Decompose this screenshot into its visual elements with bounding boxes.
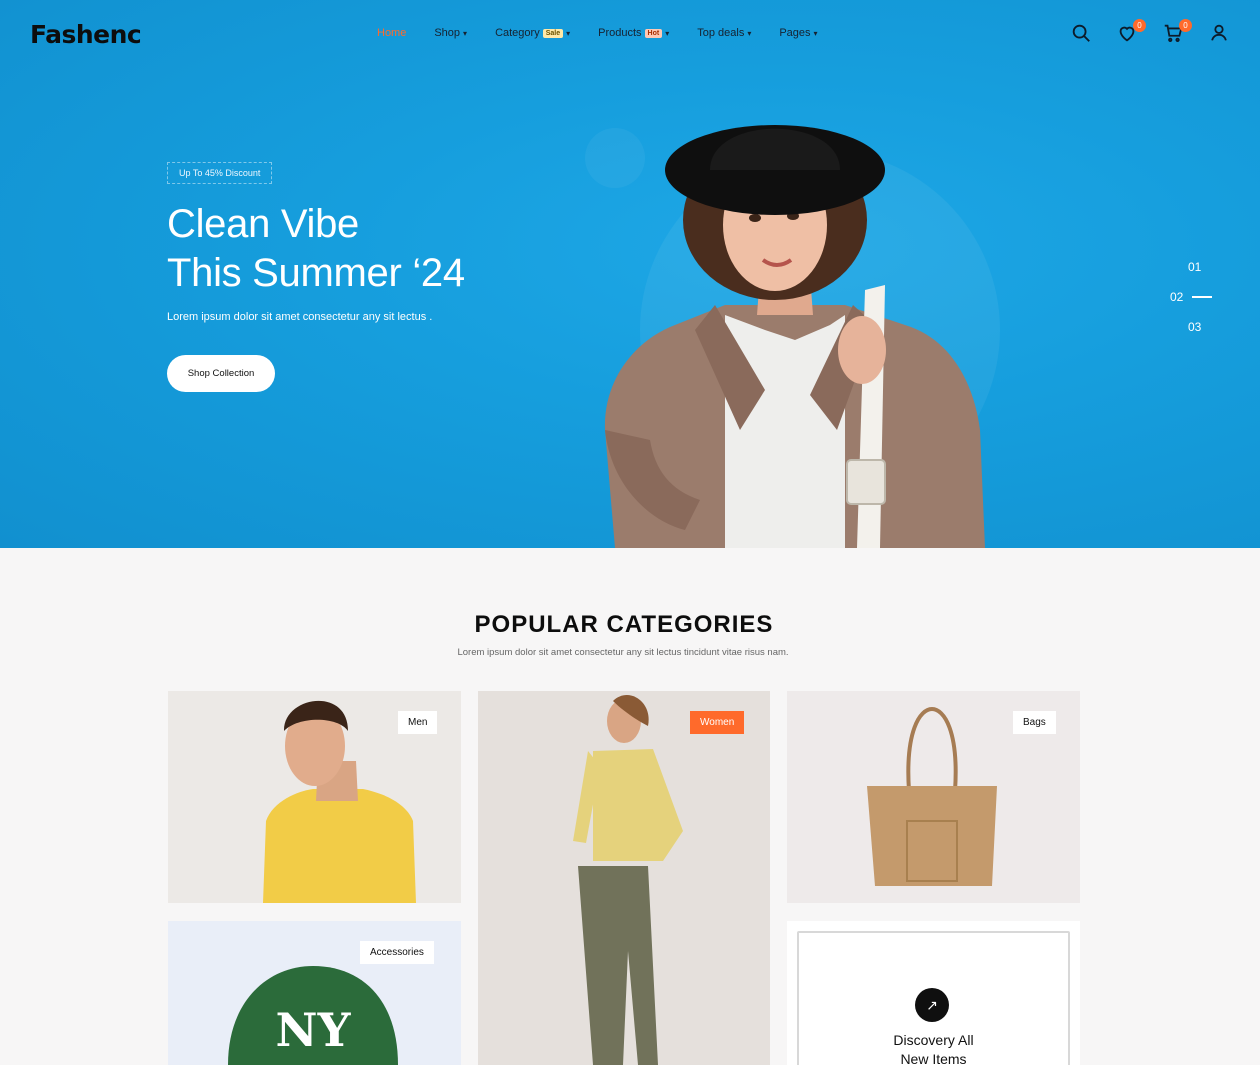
discover-text: Discovery All New Items	[787, 1031, 1080, 1065]
hero-subtitle: Lorem ipsum dolor sit amet consectetur a…	[167, 311, 433, 323]
cart-count-badge: 0	[1179, 19, 1192, 32]
header-actions: 0 0	[1070, 19, 1254, 46]
slide-3-label: 03	[1188, 320, 1202, 334]
brand-logo[interactable]: Fashenc	[30, 20, 142, 49]
category-label-accessories: Accessories	[360, 941, 434, 964]
nav-products[interactable]: Products Hot ▾	[598, 27, 669, 39]
slide-1-dot[interactable]: 01	[1170, 252, 1212, 282]
hot-tag: Hot	[644, 28, 663, 38]
hero-title-line-2: This Summer ‘24	[167, 251, 465, 295]
nav-shop[interactable]: Shop ▾	[434, 27, 467, 39]
wishlist-count-badge: 0	[1133, 19, 1146, 32]
main-nav: Home Shop ▾ Category Sale ▾ Products Hot…	[377, 27, 846, 39]
discover-line-1: Discovery All	[893, 1032, 974, 1048]
nav-home-label: Home	[377, 27, 407, 39]
discover-all-card[interactable]: ↗ Discovery All New Items	[787, 921, 1080, 1065]
slide-1-label: 01	[1188, 260, 1202, 274]
section-title: POPULAR CATEGORIES	[474, 611, 774, 638]
cart-button[interactable]: 0	[1162, 19, 1192, 46]
category-card-men[interactable]: Men	[168, 691, 461, 903]
nav-top-deals[interactable]: Top deals ▾	[697, 27, 751, 39]
chevron-down-icon: ▾	[747, 28, 752, 38]
women-image	[573, 695, 683, 1065]
category-card-accessories[interactable]: NY Accessories	[168, 921, 461, 1065]
nav-category[interactable]: Category Sale ▾	[495, 27, 570, 39]
search-icon	[1072, 24, 1090, 42]
account-button[interactable]	[1208, 22, 1232, 46]
site-header: Fashenc Home Shop ▾ Category Sale ▾ Prod…	[0, 0, 1260, 70]
shop-collection-button[interactable]: Shop Collection	[167, 355, 275, 392]
chevron-down-icon: ▾	[463, 28, 468, 38]
slide-3-dot[interactable]: 03	[1170, 312, 1212, 342]
nav-products-label: Products	[598, 27, 642, 39]
nav-top-deals-label: Top deals	[697, 27, 745, 39]
category-label-bags: Bags	[1013, 711, 1056, 734]
slide-2-label: 02	[1170, 290, 1184, 304]
nav-category-label: Category	[495, 27, 540, 39]
category-label-women: Women	[690, 711, 745, 734]
slide-pagination: 01 02 03	[1170, 252, 1213, 342]
arrow-up-right-icon: ↗	[915, 988, 949, 1022]
nav-shop-label: Shop	[434, 27, 461, 39]
chevron-down-icon: ▾	[665, 28, 670, 38]
category-card-bags[interactable]: Bags	[787, 691, 1080, 903]
search-button[interactable]	[1070, 22, 1094, 46]
chevron-down-icon: ▾	[813, 28, 818, 38]
user-icon	[1211, 24, 1227, 41]
hero-banner: Fashenc Home Shop ▾ Category Sale ▾ Prod…	[0, 0, 1260, 548]
nav-home[interactable]: Home	[377, 27, 406, 39]
hero-title: Clean Vibe This Summer ‘24	[167, 200, 465, 298]
discount-tag: Up To 45% Discount	[167, 162, 273, 184]
active-slide-indicator	[1192, 296, 1213, 298]
hero-title-line-1: Clean Vibe	[167, 202, 359, 246]
hero-model-image	[604, 125, 985, 548]
section-subtitle: Lorem ipsum dolor sit amet consectetur a…	[457, 647, 789, 658]
slide-2-dot[interactable]: 02	[1170, 282, 1213, 312]
category-card-women[interactable]: Women	[478, 691, 770, 1065]
category-label-men: Men	[398, 711, 438, 734]
wishlist-button[interactable]: 0	[1116, 19, 1146, 46]
sale-tag: Sale	[542, 28, 564, 38]
nav-pages-label: Pages	[779, 27, 811, 39]
chevron-down-icon: ▾	[566, 28, 571, 38]
nav-pages[interactable]: Pages ▾	[779, 27, 817, 39]
discover-line-2: New Items	[900, 1051, 967, 1065]
svg-text:NY: NY	[276, 1003, 352, 1057]
